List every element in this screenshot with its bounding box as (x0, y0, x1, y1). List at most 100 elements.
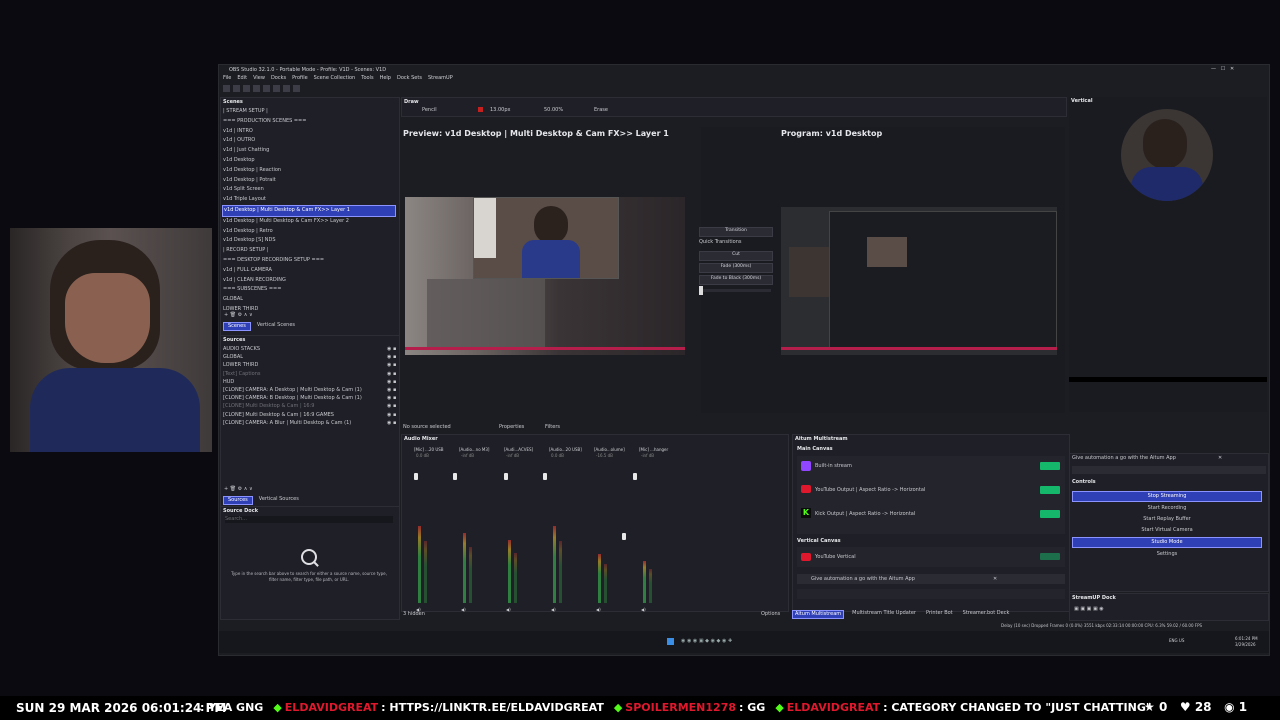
lock-icon[interactable]: ▪ (393, 386, 396, 394)
scene-item[interactable]: | STREAM SETUP | (222, 107, 396, 117)
toolbar-icon[interactable] (233, 85, 240, 92)
volume-fader[interactable] (504, 473, 508, 480)
source-item[interactable]: [Text] Captions ◉ ▪ (223, 370, 397, 378)
lock-icon[interactable]: ▪ (393, 394, 396, 402)
menu-item[interactable]: Edit (237, 75, 247, 83)
dock-tab[interactable]: Aitum Multistream (792, 610, 845, 619)
scene-item[interactable]: v1d Desktop (222, 156, 396, 166)
control-button[interactable]: Start Virtual Camera (1072, 526, 1262, 535)
draw-size-input[interactable]: 13.00px (490, 107, 510, 114)
menu-item[interactable]: Dock Sets (397, 75, 422, 83)
scene-item[interactable]: GLOBAL (222, 295, 396, 305)
scene-item[interactable]: === PRODUCTION SCENES === (222, 117, 396, 127)
builtin-stream-toggle[interactable] (1040, 462, 1060, 470)
close-icon[interactable]: ✕ (1218, 455, 1222, 462)
eye-icon[interactable]: ◉ (387, 419, 391, 427)
scene-item[interactable]: v1d Desktop | Multi Desktop & Cam FX>> L… (222, 217, 396, 227)
preview-canvas[interactable] (405, 197, 685, 355)
eye-icon[interactable]: ◉ (387, 345, 391, 353)
youtube-vertical-toggle[interactable] (1040, 553, 1060, 560)
draw-opacity-input[interactable]: 50.00% (544, 107, 563, 114)
eye-icon[interactable]: ◉ (387, 361, 391, 369)
control-button[interactable]: Stop Streaming (1072, 491, 1262, 502)
dock-tab[interactable]: Printer Bot (924, 610, 955, 619)
volume-fader[interactable] (543, 473, 547, 480)
scene-item[interactable]: === DESKTOP RECORDING SETUP === (222, 256, 396, 266)
toolbar-icon[interactable] (273, 85, 280, 92)
scene-item[interactable]: v1d | FULL CAMERA (222, 266, 396, 276)
t-bar-slider[interactable] (699, 286, 771, 295)
source-item[interactable]: AUDIO STACKS ◉ ▪ (223, 345, 397, 353)
lock-icon[interactable]: ▪ (393, 370, 396, 378)
dock-tab[interactable]: Streamer.bot Deck (961, 610, 1012, 619)
menu-item[interactable]: File (223, 75, 231, 83)
control-button[interactable]: Start Recording (1072, 504, 1262, 513)
fade-black-button[interactable]: Fade to Black (300ms) (699, 275, 773, 285)
mixer-options[interactable]: Options (761, 611, 780, 618)
menu-item[interactable]: Tools (361, 75, 373, 83)
tab-vertical-scenes[interactable]: Vertical Scenes (253, 322, 299, 331)
scene-item[interactable]: v1d Desktop [S] NDS (222, 236, 396, 246)
vertical-automation[interactable]: Give automation a go with the Aitum App (1072, 455, 1176, 462)
youtube-stream-toggle[interactable] (1040, 486, 1060, 494)
properties-button[interactable]: Properties (499, 424, 524, 431)
taskbar-apps[interactable]: ◉ ◉ ◉ ▣ ◆ ◉ ◆ ◉ ✚ (681, 638, 732, 645)
volume-fader[interactable] (453, 473, 457, 480)
source-item[interactable]: [CLONE] Multi Desktop & Cam | 16:9 GAMES… (223, 411, 397, 419)
eye-icon[interactable]: ◉ (387, 378, 391, 386)
source-dock-search[interactable]: Search... (225, 516, 393, 523)
streamup-icons[interactable]: ▣ ▣ ▣ ▣ ◉ (1074, 606, 1104, 613)
transition-button[interactable]: Transition (699, 227, 773, 237)
source-item[interactable]: HUD ◉ ▪ (223, 378, 397, 386)
volume-fader[interactable] (622, 533, 626, 540)
draw-tool-select[interactable]: Pencil (422, 107, 437, 114)
volume-fader[interactable] (414, 473, 418, 480)
menu-item[interactable]: Help (380, 75, 391, 83)
control-button[interactable]: Studio Mode (1072, 537, 1262, 548)
control-button[interactable]: Start Replay Buffer (1072, 515, 1262, 524)
lock-icon[interactable]: ▪ (393, 345, 396, 353)
source-item[interactable]: [CLONE] CAMERA: A Desktop | Multi Deskto… (223, 386, 397, 394)
filters-button[interactable]: Filters (545, 424, 560, 431)
eye-icon[interactable]: ◉ (387, 411, 391, 419)
kick-stream-toggle[interactable] (1040, 510, 1060, 518)
scene-item[interactable]: v1d | Just Chatting (222, 146, 396, 156)
fade-button[interactable]: Fade (300ms) (699, 263, 773, 273)
scene-item[interactable]: v1d | OUTRO (222, 136, 396, 146)
toolbar-icon[interactable] (293, 85, 300, 92)
toolbar-icon[interactable] (223, 85, 230, 92)
dock-tab[interactable]: Multistream Title Updater (850, 610, 918, 619)
aitum-automation[interactable]: Give automation a go with the Aitum App (811, 576, 915, 583)
toolbar-icon[interactable] (263, 85, 270, 92)
source-item[interactable]: [CLONE] Multi Desktop & Cam | 16:9 ◉ ▪ (223, 402, 397, 410)
tab-scenes[interactable]: Scenes (223, 322, 251, 331)
scene-item[interactable]: === SUBSCENES === (222, 285, 396, 295)
source-controls[interactable]: + 🗑 ⚙ ∧ ∨ (224, 486, 253, 493)
scene-item[interactable]: v1d | CLEAN RECORDING (222, 276, 396, 286)
scene-item[interactable]: v1d | INTRO (222, 127, 396, 137)
menu-item[interactable]: View (253, 75, 265, 83)
lock-icon[interactable]: ▪ (393, 361, 396, 369)
eye-icon[interactable]: ◉ (387, 370, 391, 378)
scene-item[interactable]: v1d Desktop | Retro (222, 227, 396, 237)
hidden-count[interactable]: 3 hidden (403, 611, 425, 618)
source-item[interactable]: LOWER THIRD ◉ ▪ (223, 361, 397, 369)
scene-controls[interactable]: + 🗑 ⚙ ∧ ∨ (224, 312, 253, 319)
source-item[interactable]: [CLONE] CAMERA: B Desktop | Multi Deskto… (223, 394, 397, 402)
control-button[interactable]: Settings (1072, 550, 1262, 559)
toolbar-icon[interactable] (253, 85, 260, 92)
scene-item[interactable]: v1d Desktop | Reaction (222, 166, 396, 176)
eye-icon[interactable]: ◉ (387, 402, 391, 410)
cut-button[interactable]: Cut (699, 251, 773, 261)
volume-fader[interactable] (633, 473, 637, 480)
draw-color-swatch[interactable] (478, 107, 483, 112)
tab-sources[interactable]: Sources (223, 496, 253, 505)
scene-item[interactable]: v1d Desktop | Multi Desktop & Cam FX>> L… (222, 204, 396, 217)
eye-icon[interactable]: ◉ (387, 394, 391, 402)
source-item[interactable]: [CLONE] CAMERA: A Blur | Multi Desktop &… (223, 419, 397, 427)
window-controls[interactable]: — ☐ ✕ (1211, 66, 1234, 73)
menu-item[interactable]: Scene Collection (314, 75, 356, 83)
eye-icon[interactable]: ◉ (387, 353, 391, 361)
tab-vertical-sources[interactable]: Vertical Sources (255, 496, 303, 505)
lock-icon[interactable]: ▪ (393, 402, 396, 410)
